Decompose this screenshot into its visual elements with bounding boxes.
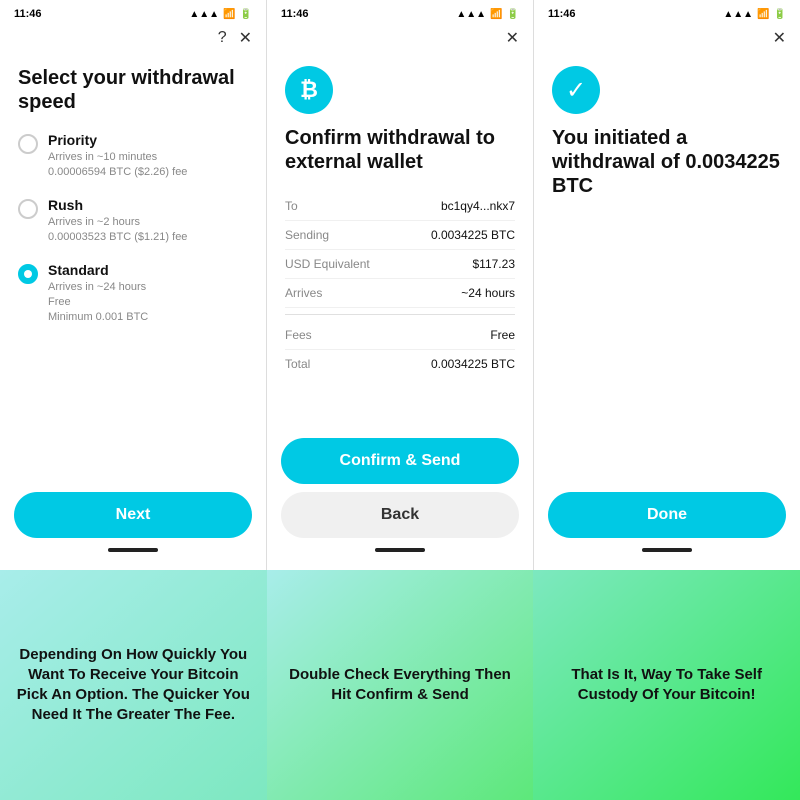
close-icon-1[interactable]: ✕ bbox=[239, 28, 252, 48]
time-1: 11:46 bbox=[14, 8, 42, 20]
screen1-footer: Next bbox=[0, 482, 266, 570]
screen2-content: ₿ Confirm withdrawal to external wallet … bbox=[267, 56, 533, 428]
screen1-content: Select your withdrawal speed Priority Ar… bbox=[0, 56, 266, 482]
rush-label: Rush bbox=[48, 197, 187, 213]
done-button[interactable]: Done bbox=[548, 492, 786, 538]
caption-2: Double Check Everything Then Hit Confirm… bbox=[267, 570, 534, 800]
value-sending: 0.0034225 BTC bbox=[431, 228, 515, 242]
confirm-table: To bc1qy4...nkx7 Sending 0.0034225 BTC U… bbox=[285, 192, 515, 378]
standard-label: Standard bbox=[48, 262, 148, 278]
next-button[interactable]: Next bbox=[14, 492, 252, 538]
screen3-content: ✓ You initiated a withdrawal of 0.003422… bbox=[534, 56, 800, 482]
close-icon-2[interactable]: ✕ bbox=[506, 28, 519, 48]
help-icon[interactable]: ? bbox=[218, 29, 227, 47]
battery-icon-2: 🔋 bbox=[507, 9, 519, 20]
priority-desc1: Arrives in ~10 minutes bbox=[48, 150, 187, 165]
captions-row: Depending On How Quickly You Want To Rec… bbox=[0, 570, 800, 800]
screen-confirm: 11:46 ▲▲▲ 📶 🔋 ✕ ₿ Confirm withdrawal to … bbox=[267, 0, 534, 570]
label-arrives: Arrives bbox=[285, 286, 322, 300]
screen2-title: Confirm withdrawal to external wallet bbox=[285, 126, 515, 174]
screen3-header: ✕ bbox=[534, 24, 800, 56]
radio-standard[interactable] bbox=[18, 264, 38, 284]
close-icon-3[interactable]: ✕ bbox=[773, 28, 786, 48]
screen-withdrawal-speed: 11:46 ▲▲▲ 📶 🔋 ? ✕ Select your withdrawal… bbox=[0, 0, 267, 570]
confirm-row-sending: Sending 0.0034225 BTC bbox=[285, 221, 515, 250]
status-icons-3: ▲▲▲ 📶 🔋 bbox=[723, 9, 786, 20]
priority-label: Priority bbox=[48, 132, 187, 148]
screen2-footer: Confirm & Send Back bbox=[267, 428, 533, 570]
option-priority-text: Priority Arrives in ~10 minutes 0.000065… bbox=[48, 132, 187, 181]
option-standard-text: Standard Arrives in ~24 hours Free Minim… bbox=[48, 262, 148, 326]
status-icons-2: ▲▲▲ 📶 🔋 bbox=[456, 9, 519, 20]
battery-icon-3: 🔋 bbox=[774, 9, 786, 20]
option-rush-text: Rush Arrives in ~2 hours 0.00003523 BTC … bbox=[48, 197, 187, 246]
time-2: 11:46 bbox=[281, 8, 309, 20]
status-bar-2: 11:46 ▲▲▲ 📶 🔋 bbox=[267, 0, 533, 24]
caption-3: That Is It, Way To Take Self Custody Of … bbox=[533, 570, 800, 800]
standard-desc2: Free bbox=[48, 295, 148, 310]
home-indicator-3 bbox=[642, 548, 692, 552]
option-rush[interactable]: Rush Arrives in ~2 hours 0.00003523 BTC … bbox=[18, 197, 248, 246]
standard-desc1: Arrives in ~24 hours bbox=[48, 280, 148, 295]
radio-priority[interactable] bbox=[18, 134, 38, 154]
rush-desc1: Arrives in ~2 hours bbox=[48, 215, 187, 230]
signal-icon-2: ▲▲▲ bbox=[456, 9, 486, 20]
value-arrives: ~24 hours bbox=[461, 286, 515, 300]
signal-icon-3: ▲▲▲ bbox=[723, 9, 753, 20]
wifi-icon-2: 📶 bbox=[490, 9, 502, 20]
label-fees: Fees bbox=[285, 328, 312, 342]
back-button[interactable]: Back bbox=[281, 492, 519, 538]
option-priority[interactable]: Priority Arrives in ~10 minutes 0.000065… bbox=[18, 132, 248, 181]
label-sending: Sending bbox=[285, 228, 329, 242]
value-to: bc1qy4...nkx7 bbox=[441, 199, 515, 213]
screen3-footer: Done bbox=[534, 482, 800, 570]
btc-symbol: ₿ bbox=[300, 77, 318, 103]
caption-text-2: Double Check Everything Then Hit Confirm… bbox=[283, 665, 518, 706]
confirm-row-total: Total 0.0034225 BTC bbox=[285, 350, 515, 378]
status-bar-1: 11:46 ▲▲▲ 📶 🔋 bbox=[0, 0, 266, 24]
screen2-header: ✕ bbox=[267, 24, 533, 56]
label-usd: USD Equivalent bbox=[285, 257, 370, 271]
priority-desc2: 0.00006594 BTC ($2.26) fee bbox=[48, 165, 187, 180]
check-icon: ✓ bbox=[552, 66, 600, 114]
confirm-row-usd: USD Equivalent $117.23 bbox=[285, 250, 515, 279]
signal-icon: ▲▲▲ bbox=[189, 9, 219, 20]
value-fees: Free bbox=[490, 328, 515, 342]
status-icons-1: ▲▲▲ 📶 🔋 bbox=[189, 9, 252, 20]
caption-text-1: Depending On How Quickly You Want To Rec… bbox=[16, 645, 251, 726]
standard-desc3: Minimum 0.001 BTC bbox=[48, 310, 148, 325]
confirm-row-fees: Fees Free bbox=[285, 321, 515, 350]
screen3-title: You initiated a withdrawal of 0.0034225 … bbox=[552, 126, 782, 198]
value-usd: $117.23 bbox=[473, 257, 516, 271]
option-standard[interactable]: Standard Arrives in ~24 hours Free Minim… bbox=[18, 262, 248, 326]
radio-rush[interactable] bbox=[18, 199, 38, 219]
screen-success: 11:46 ▲▲▲ 📶 🔋 ✕ ✓ You initiated a withdr… bbox=[534, 0, 800, 570]
confirm-row-to: To bc1qy4...nkx7 bbox=[285, 192, 515, 221]
rush-desc2: 0.00003523 BTC ($1.21) fee bbox=[48, 230, 187, 245]
value-total: 0.0034225 BTC bbox=[431, 357, 515, 371]
confirm-send-button[interactable]: Confirm & Send bbox=[281, 438, 519, 484]
label-to: To bbox=[285, 199, 298, 213]
table-divider bbox=[285, 314, 515, 315]
label-total: Total bbox=[285, 357, 310, 371]
wifi-icon: 📶 bbox=[223, 9, 235, 20]
confirm-row-arrives: Arrives ~24 hours bbox=[285, 279, 515, 308]
status-bar-3: 11:46 ▲▲▲ 📶 🔋 bbox=[534, 0, 800, 24]
caption-text-3: That Is It, Way To Take Self Custody Of … bbox=[549, 665, 784, 706]
wifi-icon-3: 📶 bbox=[757, 9, 769, 20]
screen1-header: ? ✕ bbox=[0, 24, 266, 56]
battery-icon: 🔋 bbox=[240, 9, 252, 20]
btc-icon: ₿ bbox=[285, 66, 333, 114]
home-indicator-2 bbox=[375, 548, 425, 552]
caption-1: Depending On How Quickly You Want To Rec… bbox=[0, 570, 267, 800]
time-3: 11:46 bbox=[548, 8, 576, 20]
check-symbol: ✓ bbox=[566, 76, 586, 105]
screen1-title: Select your withdrawal speed bbox=[18, 66, 248, 114]
home-indicator-1 bbox=[108, 548, 158, 552]
